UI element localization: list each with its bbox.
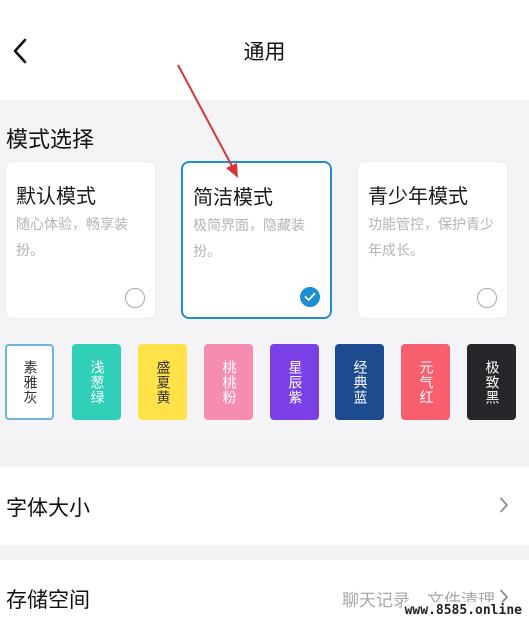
settings-row-font-size[interactable]: 字体大小: [0, 467, 529, 545]
watermark: www.8585.online: [401, 602, 525, 619]
chevron-right-icon: [500, 497, 508, 513]
row-label: 字体大小: [6, 496, 90, 520]
row-label: 存储空间: [6, 588, 90, 612]
